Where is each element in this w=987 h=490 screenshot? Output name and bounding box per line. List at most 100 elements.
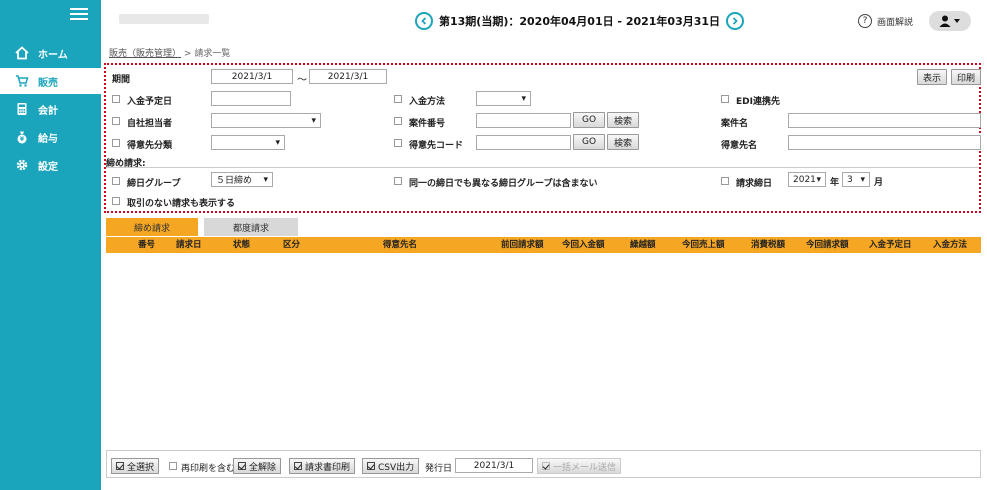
sidebar-item-sales[interactable]: 販売 xyxy=(0,68,101,94)
show-no-tx-checkbox[interactable] xyxy=(112,197,120,205)
select-all-button[interactable]: 全選択 xyxy=(111,458,160,474)
caret-down-icon: ▾ xyxy=(311,115,316,126)
select-all-label: 全選択 xyxy=(127,462,155,473)
csv-output-button[interactable]: CSV出力 xyxy=(362,458,420,474)
sidebar-item-label: 給与 xyxy=(38,133,58,145)
hamburger-menu-icon[interactable] xyxy=(70,8,88,22)
breadcrumb: 販売（販売管理） > 請求一覧 xyxy=(109,46,230,59)
date-from-input[interactable]: 2021/3/1 xyxy=(211,69,293,84)
period-text: 第13期(当期)：2020年04月01日 - 2021年03月31日 xyxy=(439,15,721,28)
user-menu-button[interactable] xyxy=(929,11,971,31)
print-invoice-button[interactable]: 請求書印刷 xyxy=(289,458,356,474)
exclude-same-label: 同一の締日でも異なる締日グループは含まない xyxy=(409,179,598,189)
column-header[interactable]: 入金予定日 xyxy=(869,237,912,253)
case-name-input[interactable] xyxy=(788,113,981,128)
chevron-right-icon xyxy=(732,17,738,25)
column-header[interactable]: 消費税額 xyxy=(751,237,785,253)
tab-per-invoice[interactable]: 都度請求 xyxy=(204,218,298,236)
customer-code-search-button[interactable]: 検索 xyxy=(607,134,639,150)
customer-class-checkbox[interactable] xyxy=(112,139,120,147)
billing-date-checkbox[interactable] xyxy=(721,177,729,185)
case-no-go-button[interactable]: GO xyxy=(573,112,605,128)
check-icon xyxy=(116,462,124,470)
case-no-checkbox[interactable] xyxy=(394,117,402,125)
payment-method-checkbox[interactable] xyxy=(394,95,402,103)
print-button[interactable]: 印刷 xyxy=(951,69,981,85)
column-header[interactable]: 区分 xyxy=(283,237,300,253)
print-invoice-label: 請求書印刷 xyxy=(305,462,351,473)
column-header[interactable]: 繰越額 xyxy=(630,237,656,253)
case-name-label: 案件名 xyxy=(721,119,749,129)
column-header[interactable]: 前回請求額 xyxy=(501,237,544,253)
bottom-toolbar: 全選択 再印刷を含む 全解除 請求書印刷 CSV出力 発行日 2021/3/1 … xyxy=(106,450,981,478)
edi-checkbox[interactable] xyxy=(721,95,729,103)
staff-checkbox[interactable] xyxy=(112,117,120,125)
prev-period-button[interactable] xyxy=(415,12,433,30)
csv-output-label: CSV出力 xyxy=(378,462,415,473)
period-navigator: 第13期(当期)：2020年04月01日 - 2021年03月31日 xyxy=(415,12,745,30)
customer-code-go-button[interactable]: GO xyxy=(573,134,605,150)
payment-method-select[interactable]: ▾ xyxy=(476,91,531,106)
next-period-button[interactable] xyxy=(726,12,745,30)
caret-down-icon: ▾ xyxy=(521,93,526,104)
help-link[interactable]: ? 画面解説 xyxy=(858,14,913,28)
show-no-tx-label: 取引のない請求も表示する xyxy=(127,199,236,209)
payment-due-checkbox[interactable] xyxy=(112,95,120,103)
column-header[interactable]: 請求日 xyxy=(176,237,202,253)
month-unit: 月 xyxy=(874,178,884,188)
header: 第13期(当期)：2020年04月01日 - 2021年03月31日 ? 画面解… xyxy=(101,0,987,40)
date-to-input[interactable]: 2021/3/1 xyxy=(309,69,387,84)
issue-date-input[interactable]: 2021/3/1 xyxy=(455,458,533,473)
caret-down-icon: ▾ xyxy=(275,137,280,148)
divider xyxy=(106,167,979,168)
period-label: 期間 xyxy=(112,75,131,85)
caret-down-icon: ▾ xyxy=(263,174,268,185)
breadcrumb-parent-link[interactable]: 販売（販売管理） xyxy=(109,49,181,59)
deselect-all-button[interactable]: 全解除 xyxy=(233,458,282,474)
column-header[interactable]: 入金方法 xyxy=(933,237,967,253)
customer-class-label: 得意先分類 xyxy=(127,141,173,151)
column-header[interactable]: 今回入金額 xyxy=(562,237,605,253)
sidebar-item-label: 販売 xyxy=(38,77,58,89)
home-icon xyxy=(14,45,30,61)
sidebar-item-payroll[interactable]: ¥ 給与 xyxy=(0,124,101,150)
customer-class-select[interactable]: ▾ xyxy=(211,135,285,150)
exclude-same-checkbox[interactable] xyxy=(394,177,402,185)
payment-method-label: 入金方法 xyxy=(409,97,446,107)
customer-name-input[interactable] xyxy=(788,135,981,150)
table-header: 番号 請求日 状態 区分 得意先名 前回請求額 今回入金額 繰越額 今回売上額 … xyxy=(106,237,981,253)
calculator-icon xyxy=(14,101,30,117)
app-root: ホーム 販売 会計 ¥ 給与 設定 第13期(当期)：2020年04月01日 -… xyxy=(0,0,987,490)
show-button[interactable]: 表示 xyxy=(917,69,947,85)
payment-due-input[interactable] xyxy=(211,91,291,106)
sidebar-item-accounting[interactable]: 会計 xyxy=(0,96,101,122)
check-icon xyxy=(367,462,375,470)
include-reprint-label: 再印刷を含む xyxy=(181,464,236,474)
caret-down-icon: ▾ xyxy=(860,174,865,185)
customer-code-label: 得意先コード xyxy=(409,141,464,151)
column-header[interactable]: 今回請求額 xyxy=(806,237,849,253)
sidebar-item-home[interactable]: ホーム xyxy=(0,40,101,66)
month-select[interactable]: 3 ▾ xyxy=(842,172,870,187)
user-icon xyxy=(939,15,960,27)
include-reprint-checkbox[interactable] xyxy=(169,462,177,470)
bulk-mail-button[interactable]: 一括メール送信 xyxy=(537,458,622,474)
filter-panel: 期間 2021/3/1 〜 2021/3/1 表示 印刷 入金予定日 入金方法 … xyxy=(104,63,981,213)
column-header[interactable]: 得意先名 xyxy=(383,237,417,253)
year-select[interactable]: 2021 ▾ xyxy=(788,172,826,187)
sidebar-item-settings[interactable]: 設定 xyxy=(0,152,101,178)
payment-due-label: 入金予定日 xyxy=(127,97,173,107)
case-no-search-button[interactable]: 検索 xyxy=(607,112,639,128)
breadcrumb-current: 請求一覧 xyxy=(194,49,231,59)
closing-group-checkbox[interactable] xyxy=(112,177,120,185)
closing-group-select[interactable]: ５日締め ▾ xyxy=(211,172,273,187)
tab-closing-invoice[interactable]: 締め請求 xyxy=(106,218,198,236)
customer-code-checkbox[interactable] xyxy=(394,139,402,147)
column-header[interactable]: 番号 xyxy=(138,237,155,253)
staff-select[interactable]: ▾ xyxy=(211,113,321,128)
column-header[interactable]: 状態 xyxy=(233,237,250,253)
column-header[interactable]: 今回売上額 xyxy=(682,237,725,253)
case-no-input[interactable] xyxy=(476,113,571,128)
customer-name-label: 得意先名 xyxy=(721,141,758,151)
customer-code-input[interactable] xyxy=(476,135,571,150)
